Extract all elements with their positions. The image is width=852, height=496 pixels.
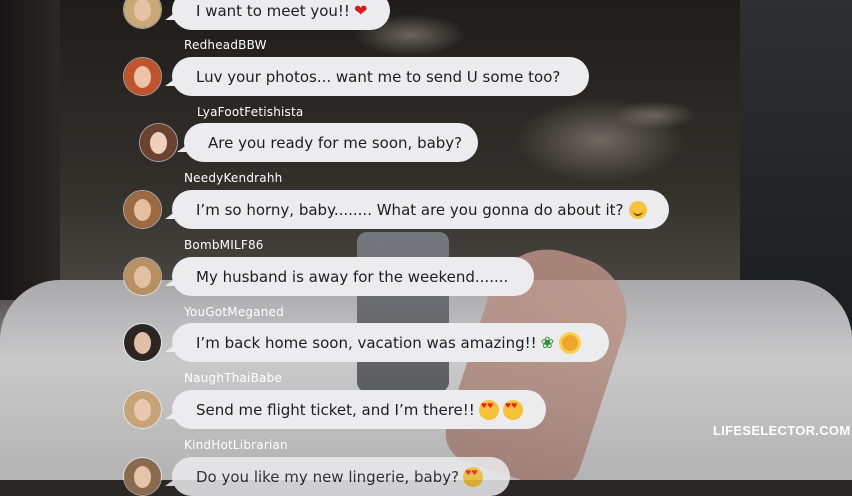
message-bubble: Luv your photos... want me to send U som… bbox=[165, 57, 589, 96]
avatar[interactable] bbox=[123, 257, 162, 296]
username[interactable]: NaughThaiBabe bbox=[184, 371, 282, 385]
palm-tree-icon: ❀ bbox=[540, 333, 555, 352]
message-text: Do you like my new lingerie, baby? bbox=[196, 467, 460, 486]
smiling-face-icon bbox=[629, 200, 648, 219]
sun-icon bbox=[562, 334, 579, 351]
avatar[interactable] bbox=[123, 190, 162, 229]
avatar[interactable] bbox=[123, 0, 162, 29]
message-text: Luv your photos... want me to send U som… bbox=[196, 67, 561, 86]
username[interactable]: NeedyKendrahh bbox=[184, 171, 282, 185]
avatar[interactable] bbox=[123, 390, 162, 429]
avatar[interactable] bbox=[139, 123, 178, 162]
message-bubble: Do you like my new lingerie, baby? bbox=[165, 457, 510, 496]
message-bubble: My husband is away for the weekend......… bbox=[165, 257, 534, 296]
username[interactable]: YouGotMeganed bbox=[184, 305, 284, 319]
in-love-face-icon bbox=[502, 399, 523, 420]
message-bubble: I’m back home soon, vacation was amazing… bbox=[165, 323, 609, 362]
in-love-face-icon bbox=[463, 466, 484, 487]
message-bubble: I’m so horny, baby........ What are you … bbox=[165, 190, 669, 229]
username[interactable]: BombMILF86 bbox=[184, 238, 264, 252]
message-text: My husband is away for the weekend......… bbox=[196, 267, 509, 286]
username[interactable]: LyaFootFetishista bbox=[197, 105, 303, 119]
avatar[interactable] bbox=[123, 457, 162, 496]
message-text: I’m back home soon, vacation was amazing… bbox=[196, 333, 537, 352]
chat-feed: I want to meet you!! ❤ RedheadBBW Luv yo… bbox=[0, 0, 852, 496]
message-bubble: I want to meet you!! ❤ bbox=[165, 0, 390, 30]
avatar[interactable] bbox=[123, 323, 162, 362]
message-bubble: Send me flight ticket, and I’m there!! bbox=[165, 390, 546, 429]
username[interactable]: RedheadBBW bbox=[184, 38, 267, 52]
message-text: I want to meet you!! bbox=[196, 1, 350, 20]
message-text: Send me flight ticket, and I’m there!! bbox=[196, 400, 475, 419]
watermark-logo: LIFESELECTOR.COM bbox=[713, 423, 851, 438]
avatar[interactable] bbox=[123, 57, 162, 96]
message-text: I’m so horny, baby........ What are you … bbox=[196, 200, 624, 219]
message-bubble: Are you ready for me soon, baby? bbox=[177, 123, 478, 162]
in-love-face-icon bbox=[478, 399, 499, 420]
heart-icon: ❤ bbox=[353, 1, 368, 20]
username[interactable]: KindHotLibrarian bbox=[184, 438, 288, 452]
message-text: Are you ready for me soon, baby? bbox=[208, 133, 463, 152]
